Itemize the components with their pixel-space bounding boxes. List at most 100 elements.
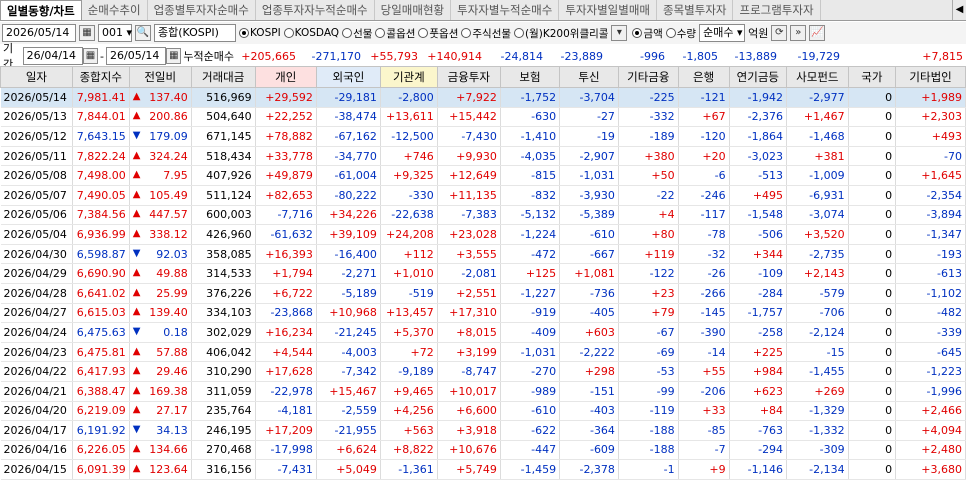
table-row[interactable]: 2026/04/22 6,417.93 ▲ 29.46 310,290 +17,628 -7… xyxy=(0,361,966,382)
table-row[interactable]: 2026/04/21 6,388.47 ▲ 169.38 311,059 -22,978 +… xyxy=(0,381,966,402)
table-row[interactable]: 2026/05/14 7,981.41 ▲ 137.40 516,969 +29,592-… xyxy=(0,87,966,108)
cell-16: -482 xyxy=(895,303,966,324)
calendar-icon[interactable]: ▦ xyxy=(79,25,95,41)
cell-14: +381 xyxy=(786,146,849,167)
cell-16: -645 xyxy=(895,342,966,363)
tab-scroll-left-icon[interactable]: ◀ xyxy=(952,0,966,20)
unit-radio-0[interactable]: 금액 xyxy=(632,26,663,41)
cell-volume: 270,468 xyxy=(191,440,256,461)
search-icon[interactable]: 🔍 xyxy=(135,25,151,41)
cell-12: -7 xyxy=(678,440,730,461)
mode-select[interactable]: 순매수 ▾ xyxy=(699,24,746,42)
table-row[interactable]: 2026/04/15 6,091.39 ▲ 123.64 316,156 -7,431 +5… xyxy=(0,459,966,480)
period-to-input[interactable]: 26/05/14 xyxy=(106,47,167,65)
cell-change: ▲ 123.64 xyxy=(129,459,192,480)
triangle-up-icon: ▲ xyxy=(132,208,141,220)
cell-11: +79 xyxy=(618,303,679,324)
table-row[interactable]: 2026/05/08 7,498.00 ▲ 7.95 407,926 +49,879 -61… xyxy=(0,165,966,186)
market-radio-4[interactable]: 풋옵션 xyxy=(418,26,458,41)
calendar-to-icon[interactable]: ▦ xyxy=(166,48,182,64)
table-row[interactable]: 2026/04/17 6,191.92 ▼ 34.13 246,195 +17,209 -2… xyxy=(0,420,966,441)
radio-dot-icon xyxy=(418,28,429,38)
column-header-4[interactable]: 개인 xyxy=(254,66,317,88)
column-header-9[interactable]: 투신 xyxy=(559,66,619,88)
tab-0[interactable]: 일별동향/차트 xyxy=(0,0,82,20)
column-header-5[interactable]: 외국인 xyxy=(315,66,381,88)
tab-8[interactable]: 프로그램투자자 xyxy=(733,0,821,20)
market-radio-1[interactable]: KOSDAQ xyxy=(283,26,339,41)
column-header-1[interactable]: 종합지수 xyxy=(71,66,130,88)
calendar-from-icon[interactable]: ▦ xyxy=(82,48,99,64)
cell-15: 0 xyxy=(848,401,897,422)
tab-3[interactable]: 업종투자자누적순매수 xyxy=(256,0,375,20)
market-radio-2[interactable]: 선물 xyxy=(342,26,372,41)
column-header-7[interactable]: 금융투자 xyxy=(436,66,501,88)
cell-7: +4,256 xyxy=(380,401,438,422)
table-row[interactable]: 2026/05/11 7,822.24 ▲ 324.24 518,434 +33,778-… xyxy=(0,146,966,167)
column-header-15[interactable]: 기타법인 xyxy=(895,66,966,88)
table-row[interactable]: 2026/04/27 6,615.03 ▲ 139.40 334,103 -23,868 +… xyxy=(0,303,966,324)
market-radio-group: KOSPI KOSDAQ 선물 콜옵션 풋옵션 주식선물 (월)K200위클리콜 xyxy=(239,26,608,41)
tab-bar: 일별동향/차트 순매수추이 업종별투자자순매수 업종투자자누적순매수 당일매매현황 투자자… xyxy=(0,0,966,21)
cell-16: -70 xyxy=(895,146,966,167)
column-header-3[interactable]: 거래대금 xyxy=(190,66,256,88)
cell-11: -188 xyxy=(618,440,679,461)
toolbar: 2026/05/14 ▦ 001 ▾ 🔍 종합(KOSPI) KOSPI KOSD… xyxy=(0,22,966,44)
table-row[interactable]: 2026/05/13 7,844.01 ▲ 200.86 504,640 +22,252-… xyxy=(0,107,966,128)
code-select[interactable]: 001 ▾ xyxy=(98,24,132,42)
column-header-13[interactable]: 사모펀드 xyxy=(786,66,849,88)
table-row[interactable]: 2026/05/07 7,490.05 ▲ 105.49 511,124 +82,653-… xyxy=(0,185,966,206)
radio-dot-icon xyxy=(632,28,643,38)
column-header-2[interactable]: 전일비 xyxy=(128,66,192,88)
cell-15: 0 xyxy=(848,107,897,128)
column-header-6[interactable]: 기관계 xyxy=(379,66,438,88)
cell-16: -339 xyxy=(895,322,966,343)
next-icon[interactable]: » xyxy=(790,25,807,41)
column-header-0[interactable]: 일자 xyxy=(0,66,73,88)
cell-index: 7,490.05 xyxy=(72,185,130,206)
chart-icon[interactable]: 📈 xyxy=(809,25,826,41)
cell-16: -2,354 xyxy=(895,185,966,206)
table-row[interactable]: 2026/04/20 6,219.09 ▲ 27.17 235,764 -4,181 -2,… xyxy=(0,401,966,422)
table-row[interactable]: 2026/05/04 6,936.99 ▲ 338.12 426,960 -61,632 +… xyxy=(0,224,966,245)
market-radio-6[interactable]: (월)K200위클리콜 xyxy=(514,26,608,41)
table-row[interactable]: 2026/05/12 7,643.15 ▼ 179.09 671,145 +78,882-… xyxy=(0,126,966,147)
period-from-input[interactable]: 26/04/14 xyxy=(22,47,83,65)
market-radio-0[interactable]: KOSPI xyxy=(239,26,281,41)
tab-5[interactable]: 투자자별누적순매수 xyxy=(451,0,560,20)
table-row[interactable]: 2026/04/30 6,598.87 ▼ 92.03 358,085 +16,393 -1… xyxy=(0,244,966,265)
tab-2[interactable]: 업종별투자자순매수 xyxy=(148,0,256,20)
cumulative-sum-0: +205,665 xyxy=(241,49,296,63)
column-header-11[interactable]: 은행 xyxy=(677,66,730,88)
market-dropdown-icon[interactable]: ▾ xyxy=(611,25,628,41)
table-row[interactable]: 2026/04/23 6,475.81 ▲ 57.88 406,042 +4,544 -4,… xyxy=(0,342,966,363)
market-radio-5[interactable]: 주식선물 xyxy=(461,26,511,41)
tab-1[interactable]: 순매수추이 xyxy=(82,0,148,20)
column-header-8[interactable]: 보험 xyxy=(499,66,561,88)
column-header-14[interactable]: 국가 xyxy=(847,66,897,88)
tab-4[interactable]: 당일매매현황 xyxy=(375,0,452,20)
column-header-10[interactable]: 기타금융 xyxy=(617,66,679,88)
tab-7[interactable]: 종목별투자자 xyxy=(657,0,734,20)
cell-9: -815 xyxy=(500,165,561,186)
column-header-12[interactable]: 연기금등 xyxy=(728,66,788,88)
cell-6: -2,271 xyxy=(316,263,381,284)
cell-7: -22,638 xyxy=(380,205,438,226)
cell-volume: 600,003 xyxy=(191,205,256,226)
table-row[interactable]: 2026/05/06 7,384.56 ▲ 447.57 600,003 -7,716 +3… xyxy=(0,205,966,226)
unit-radio-1[interactable]: 수량 xyxy=(665,26,696,41)
refresh-icon[interactable]: ⟳ xyxy=(771,25,788,41)
market-radio-3[interactable]: 콜옵션 xyxy=(375,26,415,41)
cell-change: ▼ 92.03 xyxy=(129,244,192,265)
cell-10: +1,081 xyxy=(559,263,619,284)
tab-6[interactable]: 투자자별일별매매 xyxy=(559,0,657,20)
table-row[interactable]: 2026/04/16 6,226.05 ▲ 134.66 270,468 -17,998 +… xyxy=(0,440,966,461)
market-radio-label: 콜옵션 xyxy=(386,27,416,40)
change-wrap: ▼ 92.03 xyxy=(133,248,188,261)
cell-change: ▲ 105.49 xyxy=(129,185,192,206)
table-row[interactable]: 2026/04/28 6,641.02 ▲ 25.99 376,226 +6,722 -5,… xyxy=(0,283,966,304)
radio-dot-icon xyxy=(375,28,386,38)
table-row[interactable]: 2026/04/29 6,690.90 ▲ 49.88 314,533 +1,794 -2,… xyxy=(0,263,966,284)
table-row[interactable]: 2026/04/24 6,475.63 ▼ 0.18 302,029 +16,234 -21… xyxy=(0,322,966,343)
cell-16: +3,680 xyxy=(895,459,966,480)
